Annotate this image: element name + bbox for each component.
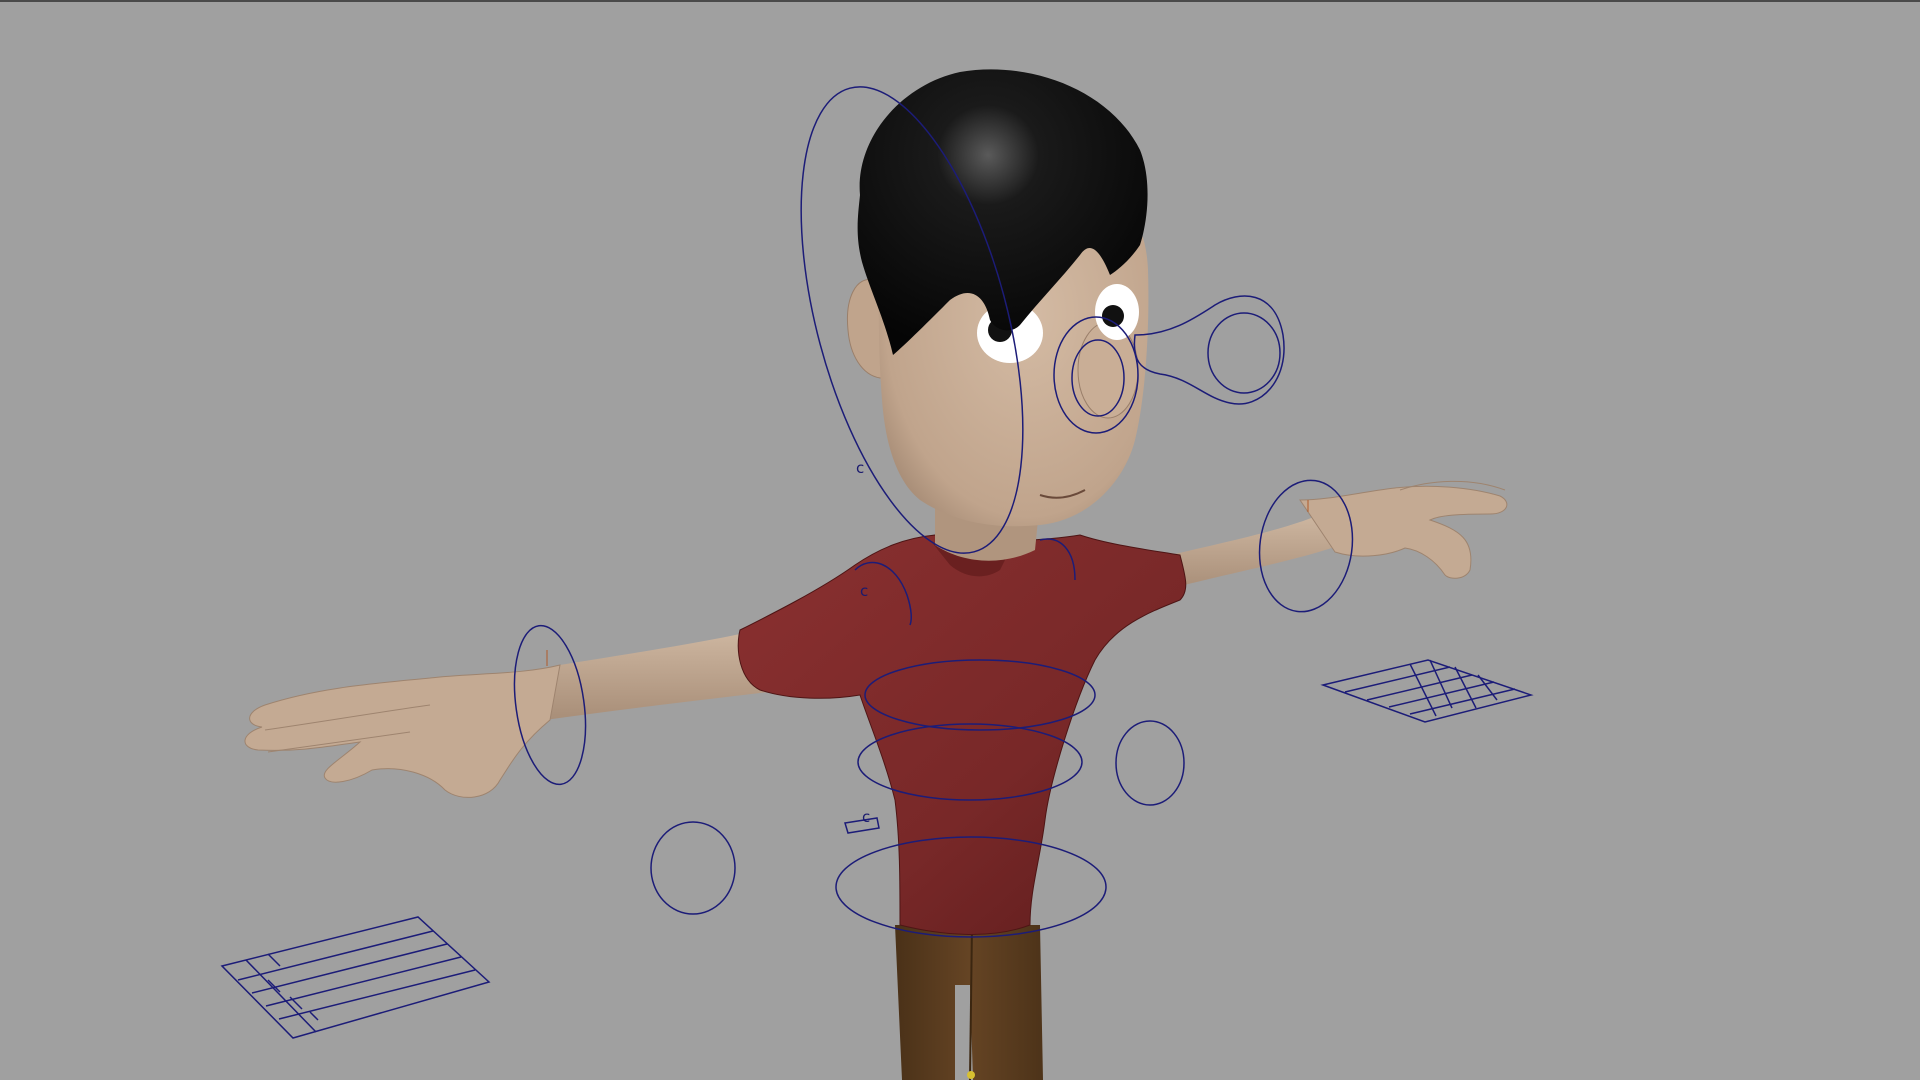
origin-marker bbox=[967, 1071, 975, 1079]
pants[interactable] bbox=[895, 924, 1043, 1080]
arm-right[interactable] bbox=[1150, 480, 1508, 590]
hip-label: c bbox=[862, 808, 870, 826]
chest-label: c bbox=[860, 582, 868, 600]
foot-control-left[interactable] bbox=[220, 916, 491, 1039]
knee-control-right[interactable] bbox=[1115, 720, 1185, 806]
3d-viewport[interactable]: c c c bbox=[0, 0, 1920, 1080]
shirt[interactable] bbox=[737, 534, 1187, 935]
eye-aim-inner[interactable] bbox=[1207, 312, 1281, 394]
head-label: c bbox=[856, 459, 864, 477]
arm-left[interactable] bbox=[244, 625, 785, 798]
foot-control-right[interactable] bbox=[1320, 659, 1534, 723]
knee-control-left[interactable] bbox=[650, 821, 736, 915]
scene-canvas[interactable]: c c c bbox=[0, 0, 1920, 1080]
